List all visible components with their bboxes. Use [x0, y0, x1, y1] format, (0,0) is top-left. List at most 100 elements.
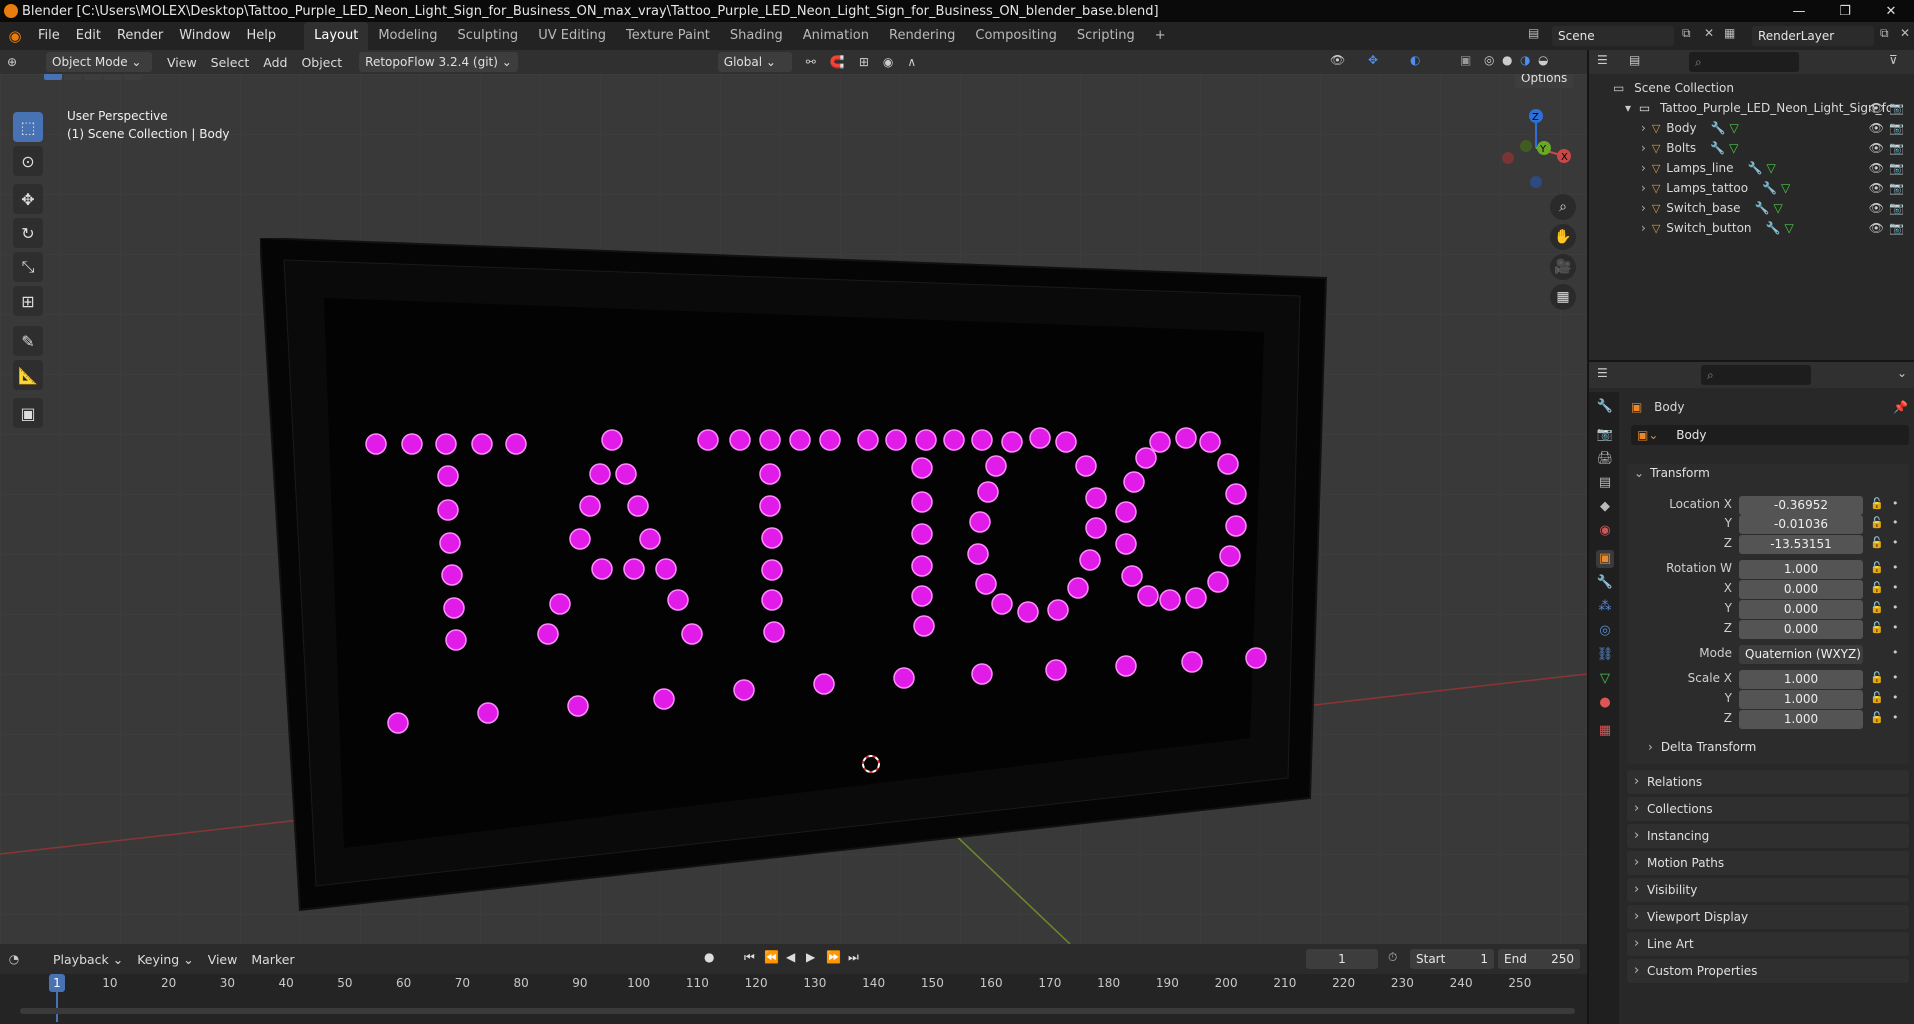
cursor-tool[interactable]: ⊙ — [13, 146, 43, 176]
measure-tool[interactable]: 📐 — [13, 360, 43, 390]
visibility-eye-icon[interactable]: 👁 — [1869, 198, 1884, 218]
pan-hand-icon[interactable]: ✋ — [1550, 224, 1576, 250]
mesh-data-icon[interactable]: ▽ — [1767, 161, 1776, 175]
rotation-x-field[interactable]: 0.000 — [1739, 580, 1863, 599]
tab-sculpting[interactable]: Sculpting — [447, 22, 528, 50]
outliner-object-row[interactable]: › ▽ Switch_base 🔧 ▽ 👁 📷 — [1589, 198, 1914, 218]
tab-animation[interactable]: Animation — [793, 22, 879, 50]
mesh-data-icon[interactable]: ▽ — [1781, 181, 1790, 195]
lock-icon[interactable]: 🔓 — [1870, 581, 1884, 594]
outliner-search-input[interactable]: ⌕ — [1689, 52, 1799, 72]
timeline-scrollbar[interactable] — [20, 1008, 1575, 1014]
constraints-tab-icon[interactable]: ⛓ — [1596, 646, 1614, 664]
gizmo-neg-y[interactable] — [1520, 140, 1532, 152]
modifier-tab-icon[interactable]: 🔧 — [1596, 574, 1614, 592]
delta-transform-subpanel[interactable]: › Delta Transform — [1648, 740, 1756, 754]
properties-editor-icon[interactable]: ☰ — [1597, 366, 1608, 380]
menu-object[interactable]: Object — [294, 55, 349, 70]
rotate-tool[interactable]: ↻ — [13, 218, 43, 248]
lock-icon[interactable]: 🔓 — [1870, 711, 1884, 724]
move-tool[interactable]: ✥ — [13, 184, 43, 214]
keyframe-dot-icon[interactable]: • — [1892, 561, 1899, 574]
expand-chevron-icon[interactable]: › — [1641, 121, 1646, 135]
expand-chevron-icon[interactable]: › — [1641, 221, 1646, 235]
minimize-button[interactable]: — — [1776, 0, 1822, 22]
record-icon[interactable]: ● — [704, 950, 714, 964]
overlays-toggle-icon[interactable]: ◐ — [1410, 53, 1420, 67]
3d-viewport[interactable]: User Perspective (1) Scene Collection | … — [0, 74, 1587, 944]
visibility-eye-icon[interactable]: 👁 — [1869, 158, 1884, 178]
panel-relations[interactable]: Relations — [1627, 770, 1909, 794]
transform-tool[interactable]: ⊞ — [13, 286, 43, 316]
menu-edit[interactable]: Edit — [68, 22, 109, 50]
expand-chevron-icon[interactable]: › — [1641, 141, 1646, 155]
keyframe-dot-icon[interactable]: • — [1892, 536, 1899, 549]
play-reverse-icon[interactable]: ◀ — [786, 950, 795, 964]
options-dropdown[interactable]: Options — [1515, 74, 1574, 88]
keyframe-dot-icon[interactable]: • — [1892, 691, 1899, 704]
outliner-object-row[interactable]: › ▽ Bolts 🔧 ▽ 👁 📷 — [1589, 138, 1914, 158]
outliner-object-row[interactable]: › ▽ Body 🔧 ▽ 👁 📷 — [1589, 118, 1914, 138]
render-camera-icon[interactable]: 📷 — [1889, 158, 1904, 178]
neon-sign-model[interactable] — [260, 238, 1330, 918]
proportional-editing-icon[interactable]: ◉ — [883, 55, 893, 69]
scale-tool[interactable]: ⤡ — [13, 252, 43, 282]
scale-x-field[interactable]: 1.000 — [1739, 670, 1863, 689]
keyframe-dot-icon[interactable]: • — [1892, 711, 1899, 724]
snap-icon[interactable]: 🧲 — [830, 55, 845, 69]
close-button[interactable]: ✕ — [1868, 0, 1914, 22]
mode-selector[interactable]: Object Mode ⌄ — [46, 52, 152, 72]
new-renderlayer-icon[interactable]: ⧉ — [1880, 26, 1889, 41]
ortho-toggle-icon[interactable]: ▦ — [1550, 284, 1576, 310]
scale-z-field[interactable]: 1.000 — [1739, 710, 1863, 729]
menu-add[interactable]: Add — [256, 55, 294, 70]
gizmo-neg-z[interactable] — [1530, 176, 1542, 188]
output-tab-icon[interactable]: 🖨 — [1596, 450, 1614, 468]
menu-timeline-view[interactable]: View — [201, 952, 245, 967]
expand-chevron-icon[interactable]: ▾ — [1625, 101, 1631, 115]
modifier-icon[interactable]: 🔧 — [1755, 201, 1770, 215]
keyframe-dot-icon[interactable]: • — [1892, 646, 1899, 659]
pin-icon[interactable]: 📌 — [1893, 400, 1908, 414]
lock-icon[interactable]: 🔓 — [1870, 536, 1884, 549]
preview-range-icon[interactable]: ⏱ — [1388, 950, 1397, 965]
tab-uv-editing[interactable]: UV Editing — [528, 22, 616, 50]
menu-keying[interactable]: Keying ⌄ — [130, 952, 200, 967]
outliner-object-row[interactable]: › ▽ Switch_button 🔧 ▽ 👁 📷 — [1589, 218, 1914, 238]
select-intersect-icon[interactable] — [124, 74, 142, 80]
keyframe-dot-icon[interactable]: • — [1892, 601, 1899, 614]
menu-playback[interactable]: Playback ⌄ — [46, 952, 130, 967]
collection-visibility-icon[interactable]: 👁 — [1869, 98, 1884, 118]
tool-tab-icon[interactable]: 🔧 — [1596, 398, 1614, 416]
keyframe-dot-icon[interactable]: • — [1892, 621, 1899, 634]
select-box-tool[interactable]: ⬚ — [13, 112, 43, 142]
panel-visibility[interactable]: Visibility — [1627, 878, 1909, 902]
data-tab-icon[interactable]: ▽ — [1596, 670, 1614, 688]
start-frame-field[interactable]: Start 1 — [1410, 949, 1494, 969]
render-camera-icon[interactable]: 📷 — [1889, 198, 1904, 218]
panel-custom-properties[interactable]: Custom Properties — [1627, 959, 1909, 983]
visibility-eye-icon[interactable]: 👁 — [1869, 118, 1884, 138]
jump-start-icon[interactable]: ⏮ — [744, 950, 755, 965]
select-subtract-icon[interactable] — [84, 74, 102, 80]
keyframe-dot-icon[interactable]: • — [1892, 516, 1899, 529]
rotation-z-field[interactable]: 0.000 — [1739, 620, 1863, 639]
material-shading-icon[interactable]: ◑ — [1520, 53, 1530, 67]
retopoflow-menu[interactable]: RetopoFlow 3.2.4 (git) ⌄ — [359, 52, 518, 72]
editor-type-icon[interactable]: ⊕ — [0, 55, 24, 69]
expand-chevron-icon[interactable]: › — [1641, 181, 1646, 195]
outliner-editor-icon[interactable]: ☰ — [1597, 53, 1608, 67]
display-mode-icon[interactable]: ▤ — [1629, 53, 1640, 67]
rendered-shading-icon[interactable]: ◒ — [1538, 53, 1548, 67]
location-z-field[interactable]: -13.53151 — [1739, 535, 1863, 554]
modifier-icon[interactable]: 🔧 — [1762, 181, 1777, 195]
panel-motion-paths[interactable]: Motion Paths — [1627, 851, 1909, 875]
modifier-icon[interactable]: 🔧 — [1710, 141, 1725, 155]
panel-collections[interactable]: Collections — [1627, 797, 1909, 821]
wireframe-shading-icon[interactable]: ◎ — [1484, 53, 1494, 67]
tab-texture-paint[interactable]: Texture Paint — [616, 22, 720, 50]
menu-select[interactable]: Select — [204, 55, 257, 70]
blender-menu-icon[interactable]: ◉ — [0, 27, 30, 45]
menu-help[interactable]: Help — [239, 22, 285, 50]
transform-orientation-selector[interactable]: Global ⌄ — [717, 52, 792, 72]
